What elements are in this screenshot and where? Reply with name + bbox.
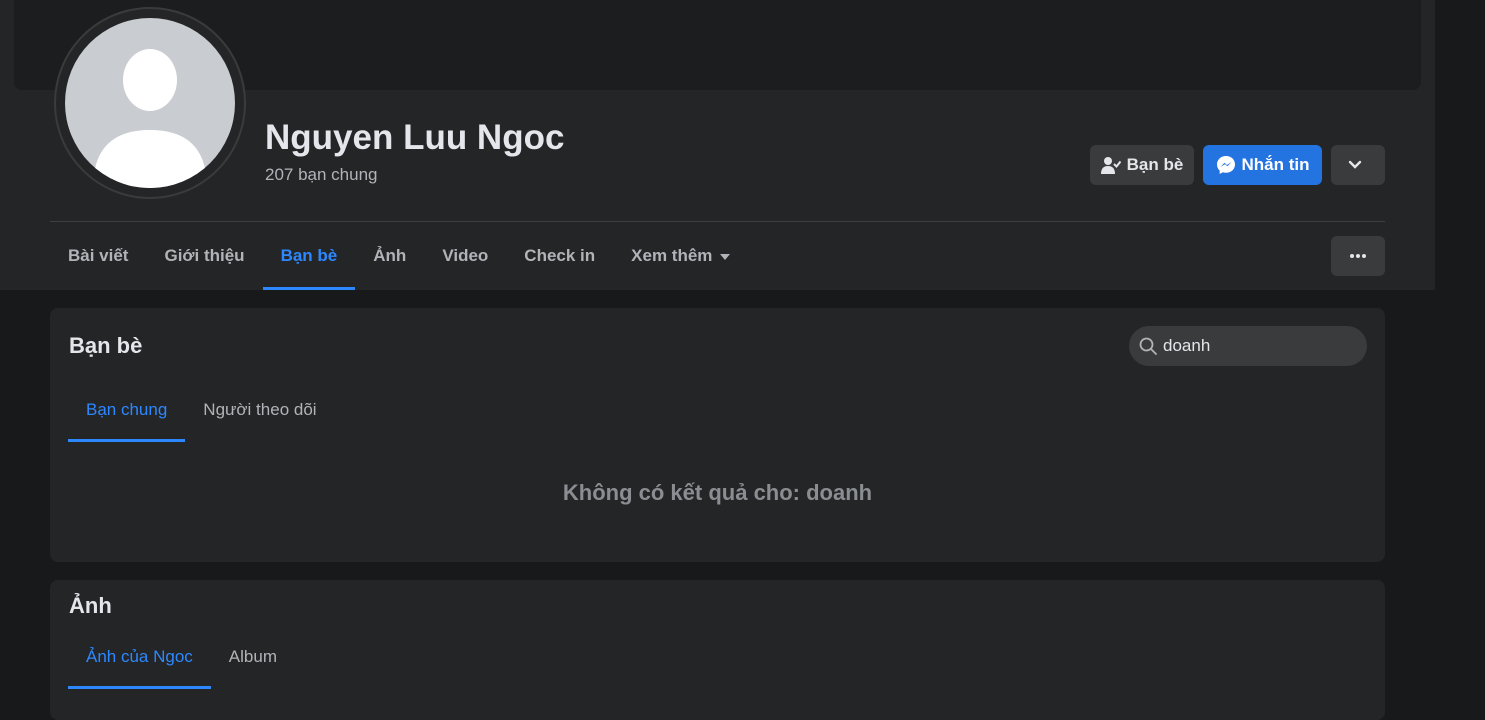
more-dots-icon xyxy=(1350,254,1366,258)
tab-more[interactable]: Xem thêm xyxy=(613,222,748,290)
message-button-label: Nhắn tin xyxy=(1241,155,1310,174)
subtab-albums[interactable]: Album xyxy=(211,625,295,689)
tab-check-ins[interactable]: Check in xyxy=(506,222,613,290)
photos-card-title[interactable]: Ảnh xyxy=(69,593,112,619)
profile-name: Nguyen Luu Ngoc xyxy=(265,118,565,157)
tab-videos[interactable]: Video xyxy=(424,222,506,290)
tab-about[interactable]: Giới thiệu xyxy=(146,222,262,290)
friends-button[interactable]: Bạn bè xyxy=(1090,145,1194,185)
more-actions-button[interactable] xyxy=(1331,145,1385,185)
friends-search-input[interactable] xyxy=(1163,336,1343,356)
friends-search[interactable] xyxy=(1129,326,1367,366)
user-check-icon xyxy=(1100,157,1121,174)
more-options-button[interactable] xyxy=(1331,236,1385,276)
message-button[interactable]: Nhắn tin xyxy=(1203,145,1322,185)
tab-posts[interactable]: Bài viết xyxy=(50,222,146,290)
messenger-icon xyxy=(1216,156,1235,174)
friends-button-label: Bạn bè xyxy=(1126,155,1184,174)
photos-subtabs: Ảnh của Ngoc Album xyxy=(68,625,295,689)
profile-nav-tabs: Bài viết Giới thiệu Bạn bè Ảnh Video Che… xyxy=(50,222,748,290)
search-icon xyxy=(1139,337,1157,355)
subtab-photos-of-ngoc[interactable]: Ảnh của Ngoc xyxy=(68,625,211,689)
friends-card-title[interactable]: Bạn bè xyxy=(69,333,142,359)
photos-card: Ảnh Ảnh của Ngoc Album xyxy=(50,580,1385,720)
friends-card: Bạn bè Bạn chung Người theo dõi Không có… xyxy=(50,308,1385,562)
profile-header: Nguyen Luu Ngoc 207 bạn chung Bạn bè Nhắ… xyxy=(0,0,1435,290)
friends-subtabs: Bạn chung Người theo dõi xyxy=(68,378,335,442)
mutual-friends-count[interactable]: 207 bạn chung xyxy=(265,165,378,185)
tab-photos[interactable]: Ảnh xyxy=(355,222,424,290)
tab-friends[interactable]: Bạn bè xyxy=(262,222,356,290)
subtab-followers[interactable]: Người theo dõi xyxy=(185,378,334,442)
profile-avatar[interactable] xyxy=(54,7,246,199)
subtab-mutual-friends[interactable]: Bạn chung xyxy=(68,378,186,442)
default-avatar-icon xyxy=(65,18,235,188)
caret-down-icon xyxy=(720,253,731,260)
no-results-message: Không có kết quả cho: doanh xyxy=(562,480,873,505)
chevron-down-icon xyxy=(1348,160,1362,169)
